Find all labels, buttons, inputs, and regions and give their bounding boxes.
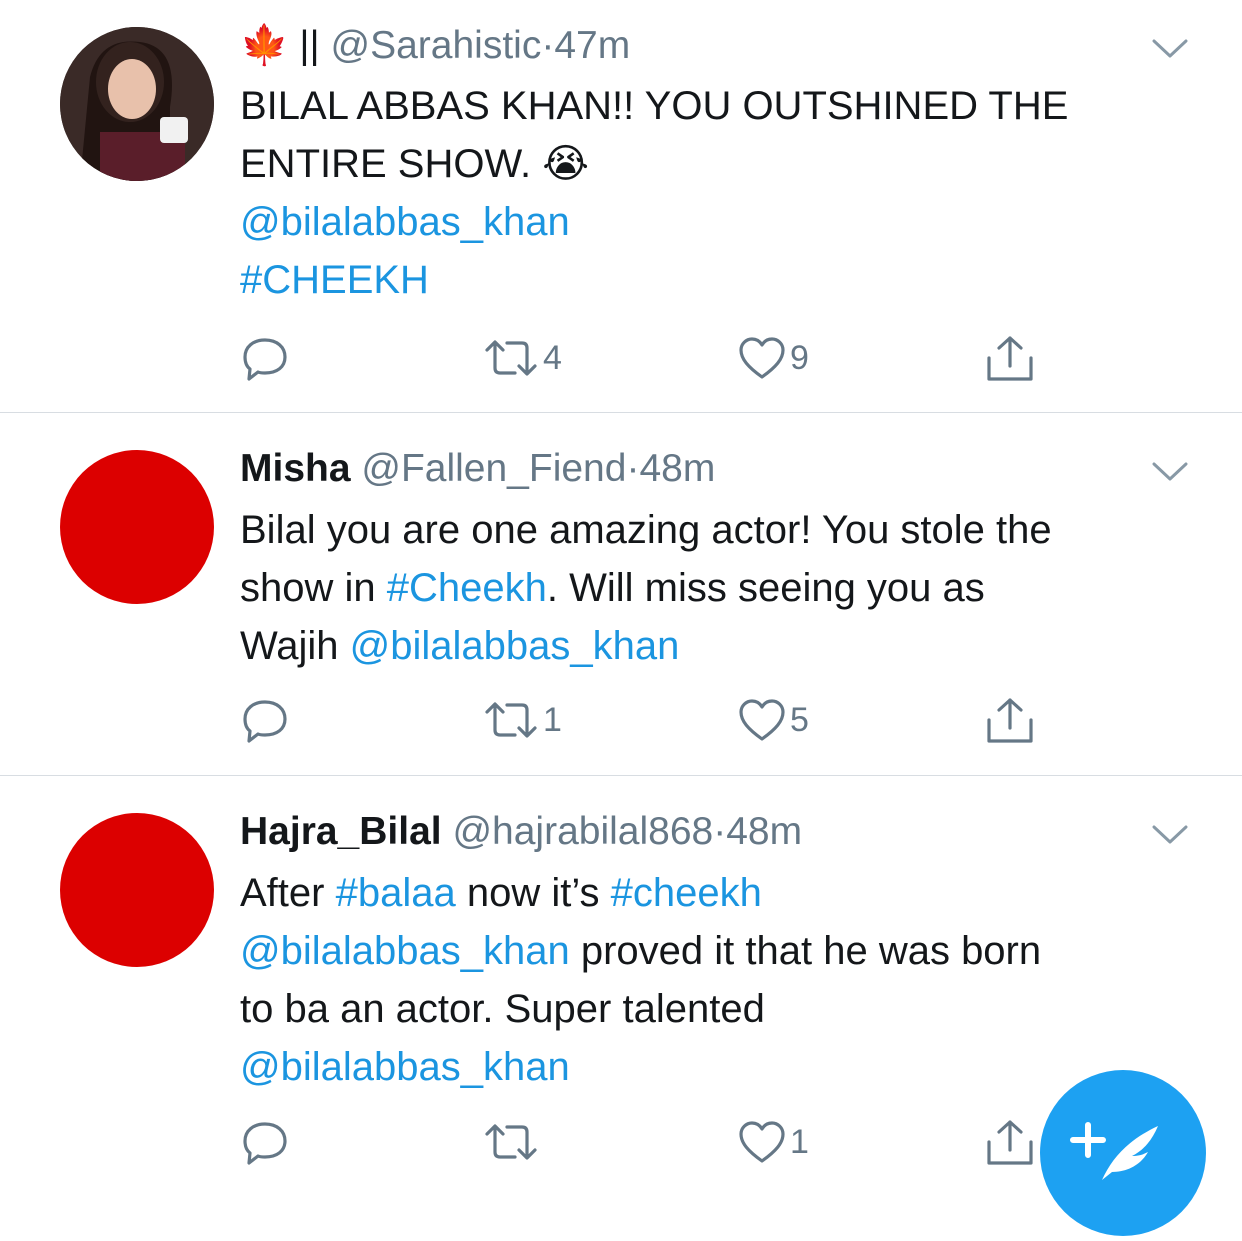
share-button[interactable]: [984, 1112, 1036, 1172]
avatar[interactable]: [60, 450, 214, 604]
text-line: Wajih @bilalabbas_khan: [240, 617, 1200, 675]
compose-icon: [1070, 1122, 1158, 1180]
reply-icon: [243, 338, 287, 381]
tweet-header: 🍁 || @Sarahistic·47m: [240, 23, 630, 69]
mention-link[interactable]: @bilalabbas_khan: [350, 624, 680, 668]
like-icon: [739, 1121, 785, 1163]
retweet-button[interactable]: 1: [483, 690, 562, 750]
text-line: Bilal you are one amazing actor! You sto…: [240, 508, 1052, 552]
tweet-header: Misha @Fallen_Fiend·48m: [240, 446, 715, 492]
text-segment: show in: [240, 566, 387, 610]
like-button[interactable]: 5: [738, 690, 809, 750]
text-segment: proved it that he was born: [569, 929, 1042, 973]
chevron-down-icon[interactable]: [1152, 461, 1188, 483]
like-count: 1: [790, 1122, 809, 1161]
avatar[interactable]: [60, 813, 214, 967]
share-icon: [987, 698, 1033, 743]
retweet-icon: [485, 1124, 537, 1160]
text-line: After #balaa now it’s #cheekh: [240, 864, 1200, 922]
text-segment: now it’s: [455, 871, 611, 915]
text-line: BILAL ABBAS KHAN!! YOU OUTSHINED THE: [240, 84, 1069, 128]
like-icon: [739, 337, 785, 379]
like-button[interactable]: 1: [738, 1112, 809, 1172]
reply-button[interactable]: [240, 328, 290, 388]
text-line: to ba an actor. Super talented: [240, 987, 765, 1031]
timestamp[interactable]: 48m: [726, 810, 802, 853]
tweet-1[interactable]: 🍁 || @Sarahistic·47m BILAL ABBAS KHAN!! …: [0, 0, 1242, 412]
text-line: ENTIRE SHOW. 😭: [240, 142, 589, 186]
like-count: 5: [790, 700, 809, 739]
hashtag-link[interactable]: #CHEEKH: [240, 251, 1200, 309]
text-segment: Wajih: [240, 624, 350, 668]
separator-dot: ·: [541, 24, 555, 67]
like-button[interactable]: 9: [738, 328, 809, 388]
text-line: @bilalabbas_khan proved it that he was b…: [240, 922, 1200, 980]
user-handle[interactable]: @hajrabilal868: [452, 810, 713, 853]
hashtag-link[interactable]: #cheekh: [611, 871, 762, 915]
user-handle[interactable]: @Sarahistic: [331, 24, 542, 67]
retweet-icon: [485, 702, 537, 738]
text-segment: . Will miss seeing you as: [546, 566, 985, 610]
tweet-2[interactable]: Misha @Fallen_Fiend·48m Bilal you are on…: [0, 413, 1242, 775]
action-bar: 1 5: [240, 690, 1060, 750]
share-button[interactable]: [984, 690, 1036, 750]
action-bar: 1: [240, 1112, 1060, 1172]
tweet-text: BILAL ABBAS KHAN!! YOU OUTSHINED THE ENT…: [240, 77, 1200, 309]
timestamp[interactable]: 48m: [639, 447, 715, 490]
hashtag-link[interactable]: #Cheekh: [387, 566, 547, 610]
like-count: 9: [790, 338, 809, 377]
display-name[interactable]: 🍁 ||: [240, 24, 320, 67]
hashtag-link[interactable]: #balaa: [336, 871, 456, 915]
text-segment: After: [240, 871, 336, 915]
reply-button[interactable]: [240, 1112, 290, 1172]
display-name[interactable]: Misha: [240, 447, 351, 490]
chevron-down-icon[interactable]: [1152, 824, 1188, 846]
share-button[interactable]: [984, 328, 1036, 388]
avatar[interactable]: [60, 27, 214, 181]
share-icon: [987, 1120, 1033, 1165]
tweet-text: Bilal you are one amazing actor! You sto…: [240, 501, 1200, 675]
chevron-down-icon[interactable]: [1152, 38, 1188, 60]
tweet-header: Hajra_Bilal @hajrabilal868·48m: [240, 809, 802, 855]
separator-dot: ·: [713, 810, 727, 853]
text-line: show in #Cheekh. Will miss seeing you as: [240, 559, 1200, 617]
compose-tweet-button[interactable]: [1040, 1070, 1206, 1236]
reply-icon: [243, 700, 287, 743]
retweet-count: 4: [543, 338, 562, 377]
user-handle[interactable]: @Fallen_Fiend: [361, 447, 626, 490]
action-bar: 4 9: [240, 328, 1060, 388]
display-name[interactable]: Hajra_Bilal: [240, 810, 442, 853]
avatar-image: [60, 27, 214, 181]
mention-link[interactable]: @bilalabbas_khan: [240, 193, 1200, 251]
retweet-count: 1: [543, 700, 562, 739]
like-icon: [739, 699, 785, 741]
timestamp[interactable]: 47m: [554, 24, 630, 67]
mention-link[interactable]: @bilalabbas_khan: [240, 929, 570, 973]
share-icon: [987, 336, 1033, 381]
separator-dot: ·: [626, 447, 640, 490]
reply-button[interactable]: [240, 690, 290, 750]
retweet-button[interactable]: 4: [483, 328, 562, 388]
retweet-icon: [485, 340, 537, 376]
retweet-button[interactable]: [483, 1112, 543, 1172]
reply-icon: [243, 1122, 287, 1165]
tweet-text: After #balaa now it’s #cheekh @bilalabba…: [240, 864, 1200, 1096]
